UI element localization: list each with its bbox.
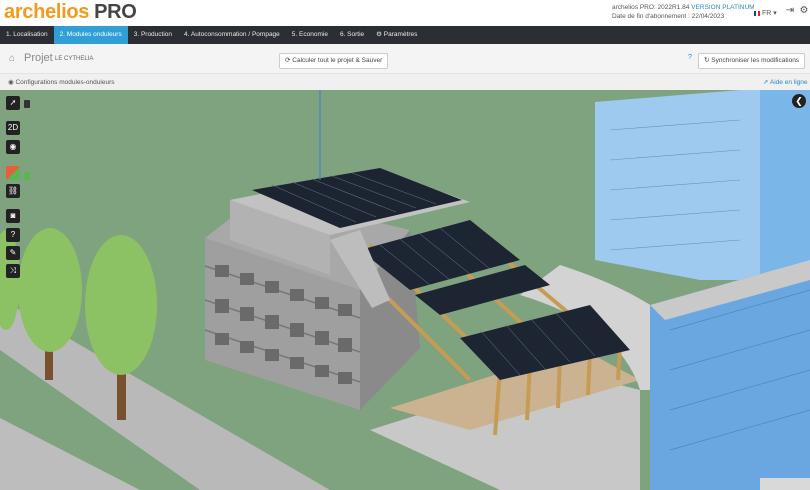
version-label: archelios PRO: 2022R1.84 [612,4,690,11]
tab-parametres-label: Paramètres [383,31,418,38]
plan-label: VERSION PLATINUM [691,4,755,11]
language-selector[interactable]: FR ▾ [754,9,777,17]
help-arrow-icon: ➚ [763,79,770,86]
gear-icon: ⚙ [376,31,384,38]
link-icon[interactable]: ⛓ [6,184,20,198]
home-icon[interactable]: ⌂ [9,53,15,64]
layers-color-icon[interactable] [6,166,20,180]
collapse-panel-icon[interactable]: ❮ [792,94,806,108]
settings-icon[interactable]: ⚙ [798,5,810,19]
online-help-label: Aide en ligne [769,79,808,86]
logo-pro: PRO [94,1,137,23]
sync-label: Synchroniser les modifications [711,57,800,64]
calculate-save-button[interactable]: ⟳ Calculer tout le projet & Sauver [279,53,389,69]
eye-view-icon[interactable]: ◉ [6,140,20,154]
edit-icon[interactable]: ✎ [6,246,20,260]
subscription-label: Date de fin d'abonnement : 22/04/2023 [612,13,725,20]
3d-scene [0,90,810,490]
main-nav: 1. Localisation 2. Modules onduleurs 3. … [0,26,810,44]
shuffle-icon[interactable]: ⤨ [6,264,20,278]
tab-autoconsommation[interactable]: 4. Autoconsommation / Pompage [178,26,286,44]
config-label: Configurations modules-onduleurs [15,79,115,86]
select-pointer-icon[interactable]: ➚ [6,96,20,110]
flag-icon [754,10,760,16]
pointer-options-icon[interactable] [24,100,30,108]
2d-toggle-button[interactable]: 2D [6,121,20,135]
config-link[interactable]: ◉ Configurations modules-onduleurs [8,78,115,86]
tab-parametres[interactable]: ⚙ Paramètres [370,26,423,44]
config-bar: ◉ Configurations modules-onduleurs ➚ Aid… [0,74,810,90]
tab-modules-onduleurs[interactable]: 2. Modules onduleurs [53,26,128,44]
project-title: Projet [24,52,53,64]
version-info: archelios PRO: 2022R1.84 VERSION PLATINU… [612,3,755,21]
camera-icon[interactable]: ◙ [6,209,20,223]
project-name: LE CYTHELIA [55,56,94,62]
language-label: FR [761,10,772,17]
tab-production[interactable]: 3. Production [128,26,178,44]
app-header: archelios PRO archelios PRO: 2022R1.84 VE… [0,0,810,26]
tab-localisation[interactable]: 1. Localisation [0,26,54,44]
tab-sortie[interactable]: 6. Sortie [334,26,370,44]
logout-icon[interactable]: ⇥ [784,5,796,19]
3d-viewport[interactable]: ➚ 2D ◉ ⛓ ◙ ? ✎ ⤨ ❮ [0,90,810,490]
project-bar: ⌂ Projet LE CYTHELIA ⟳ Calculer tout le … [0,44,810,74]
layers-options-icon[interactable] [24,172,30,180]
help-question-icon[interactable]: ? [688,54,692,61]
sync-button[interactable]: ↻ Synchroniser les modifications [698,53,806,69]
online-help-link[interactable]: ➚ Aide en ligne [763,78,808,86]
help-icon[interactable]: ? [6,228,20,242]
logo: archelios PRO [4,1,137,24]
tab-economie[interactable]: 5. Economie [286,26,334,44]
logo-brand: archelios [4,1,90,23]
calculate-save-label: Calculer tout le projet & Sauver [292,57,383,64]
